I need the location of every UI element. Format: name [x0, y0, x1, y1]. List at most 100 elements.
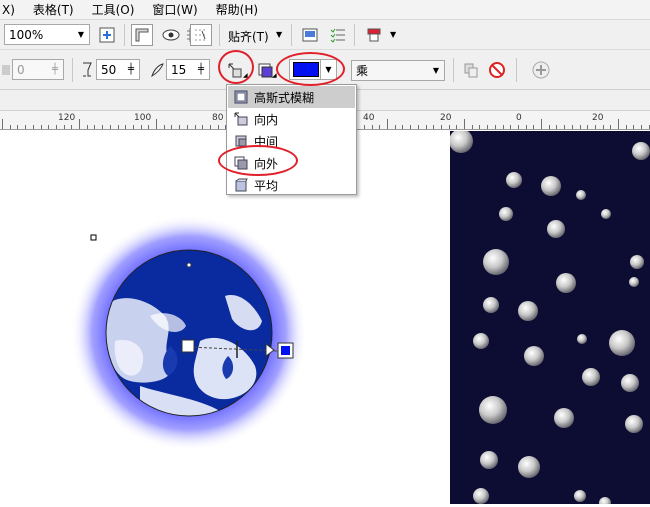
zoom-fit-icon[interactable]	[96, 24, 118, 46]
add-icon[interactable]	[530, 59, 552, 81]
menu-item-label: 高斯式模糊	[254, 90, 315, 105]
feather-value: 15	[171, 62, 187, 77]
ruler-tick	[394, 125, 396, 129]
ruler-tick	[533, 125, 535, 129]
ruler-tick	[556, 125, 558, 129]
stepper-icon[interactable]: ╪	[193, 60, 209, 79]
feather-field[interactable]: 15 ╪	[166, 59, 210, 80]
ruler-tick	[494, 125, 496, 129]
dropdown-triangle-icon[interactable]: ◢	[272, 72, 277, 79]
pearl	[524, 346, 544, 366]
shadow-start-handle[interactable]	[181, 339, 195, 353]
menu-item-average[interactable]: 平均	[228, 174, 355, 196]
ruler-tick	[40, 125, 42, 129]
copy-shadow-icon[interactable]	[460, 59, 482, 81]
separator	[453, 58, 454, 82]
checklist-icon[interactable]	[327, 24, 349, 46]
launcher-icon[interactable]	[363, 24, 385, 46]
ruler-tick	[479, 125, 481, 129]
ruler-tick	[102, 125, 104, 129]
object-anchor[interactable]	[186, 262, 192, 268]
pearl	[473, 333, 489, 349]
pearl	[629, 277, 639, 287]
dark-preview-pane	[449, 129, 650, 507]
opacity-field[interactable]: 50 ╪	[96, 59, 140, 80]
shadow-preset-icon[interactable]	[0, 59, 12, 81]
ruler-tick	[148, 125, 150, 129]
chevron-down-icon[interactable]: ▼	[73, 25, 89, 44]
pearl	[518, 456, 540, 478]
ruler-tick	[571, 125, 573, 129]
ruler-tick	[179, 125, 181, 129]
ruler-label: 120	[58, 113, 76, 123]
ruler-tick	[94, 125, 96, 129]
drawing-canvas[interactable]	[0, 131, 450, 504]
ruler-label: 20	[592, 113, 604, 123]
separator	[354, 24, 355, 46]
ruler-tick	[387, 119, 388, 129]
pearl	[577, 334, 587, 344]
ruler-tick	[2, 119, 3, 129]
ruler-tick	[464, 119, 465, 129]
ruler-tick	[610, 125, 612, 129]
separator	[72, 58, 73, 82]
ruler-tick	[140, 125, 142, 129]
shadow-angle-field[interactable]: 0 ╪	[12, 59, 64, 80]
menu-item-partial[interactable]: X)	[0, 3, 24, 17]
shadow-angle-value: 0	[17, 62, 25, 77]
zoom-combo[interactable]: 100% ▼	[4, 24, 90, 45]
highlight-outward-item	[218, 145, 298, 176]
ruler-tick	[618, 119, 619, 129]
ruler-tick	[448, 125, 450, 129]
menu-item-gaussian-blur[interactable]: 高斯式模糊	[228, 86, 355, 108]
shadow-color-handle[interactable]	[281, 346, 290, 355]
menu-item-window[interactable]: 窗口(W)	[143, 1, 206, 18]
separator	[291, 24, 292, 46]
snap-label[interactable]: 贴齐(T)	[228, 28, 269, 45]
pearl	[483, 297, 499, 313]
ruler-tick	[402, 125, 404, 129]
ruler-tick	[456, 125, 458, 129]
zoom-value: 100%	[9, 27, 44, 42]
menu-item-table[interactable]: 表格(T)	[24, 1, 83, 18]
guidelines-icon[interactable]	[190, 24, 212, 46]
ruler-tick	[194, 125, 196, 129]
chevron-down-icon[interactable]: ▼	[276, 30, 282, 39]
pearl	[506, 172, 522, 188]
ruler-tick	[156, 119, 157, 129]
options-icon[interactable]	[299, 24, 321, 46]
ruler-label: 80	[212, 113, 224, 123]
pearl	[547, 220, 565, 238]
chevron-down-icon[interactable]: ▼	[428, 61, 444, 80]
ruler-label: 20	[440, 113, 452, 123]
inward-icon	[228, 112, 254, 126]
menu-item-label: 向内	[254, 112, 279, 127]
pearl	[556, 273, 576, 293]
ruler-tick	[363, 125, 365, 129]
menu-item-inward[interactable]: 向内	[228, 108, 355, 130]
eye-icon[interactable]	[160, 24, 182, 46]
menu-item-help[interactable]: 帮助(H)	[207, 1, 267, 18]
ruler-tick	[602, 125, 604, 129]
stepper-icon[interactable]: ╪	[47, 60, 63, 79]
canvas-artwork	[71, 215, 307, 451]
clear-shadow-icon[interactable]	[486, 59, 508, 81]
stepper-icon[interactable]: ╪	[123, 60, 139, 79]
rulers-icon[interactable]	[131, 24, 153, 46]
pearl	[582, 368, 600, 386]
pearl	[632, 142, 650, 160]
pearl	[449, 129, 473, 153]
ruler-tick	[63, 125, 65, 129]
ruler-tick	[641, 125, 643, 129]
chevron-down-icon[interactable]: ▼	[390, 30, 396, 39]
separator	[124, 24, 125, 46]
gaussian-blur-icon	[228, 90, 254, 104]
menu-item-tools[interactable]: 工具(O)	[83, 1, 144, 18]
ruler-tick	[171, 125, 173, 129]
ruler-tick	[25, 125, 27, 129]
pearl	[480, 451, 498, 469]
pearl	[473, 488, 489, 504]
ruler-tick	[433, 125, 435, 129]
merge-mode-select[interactable]: 乘 ▼	[351, 60, 445, 81]
selection-handle[interactable]	[90, 234, 97, 241]
